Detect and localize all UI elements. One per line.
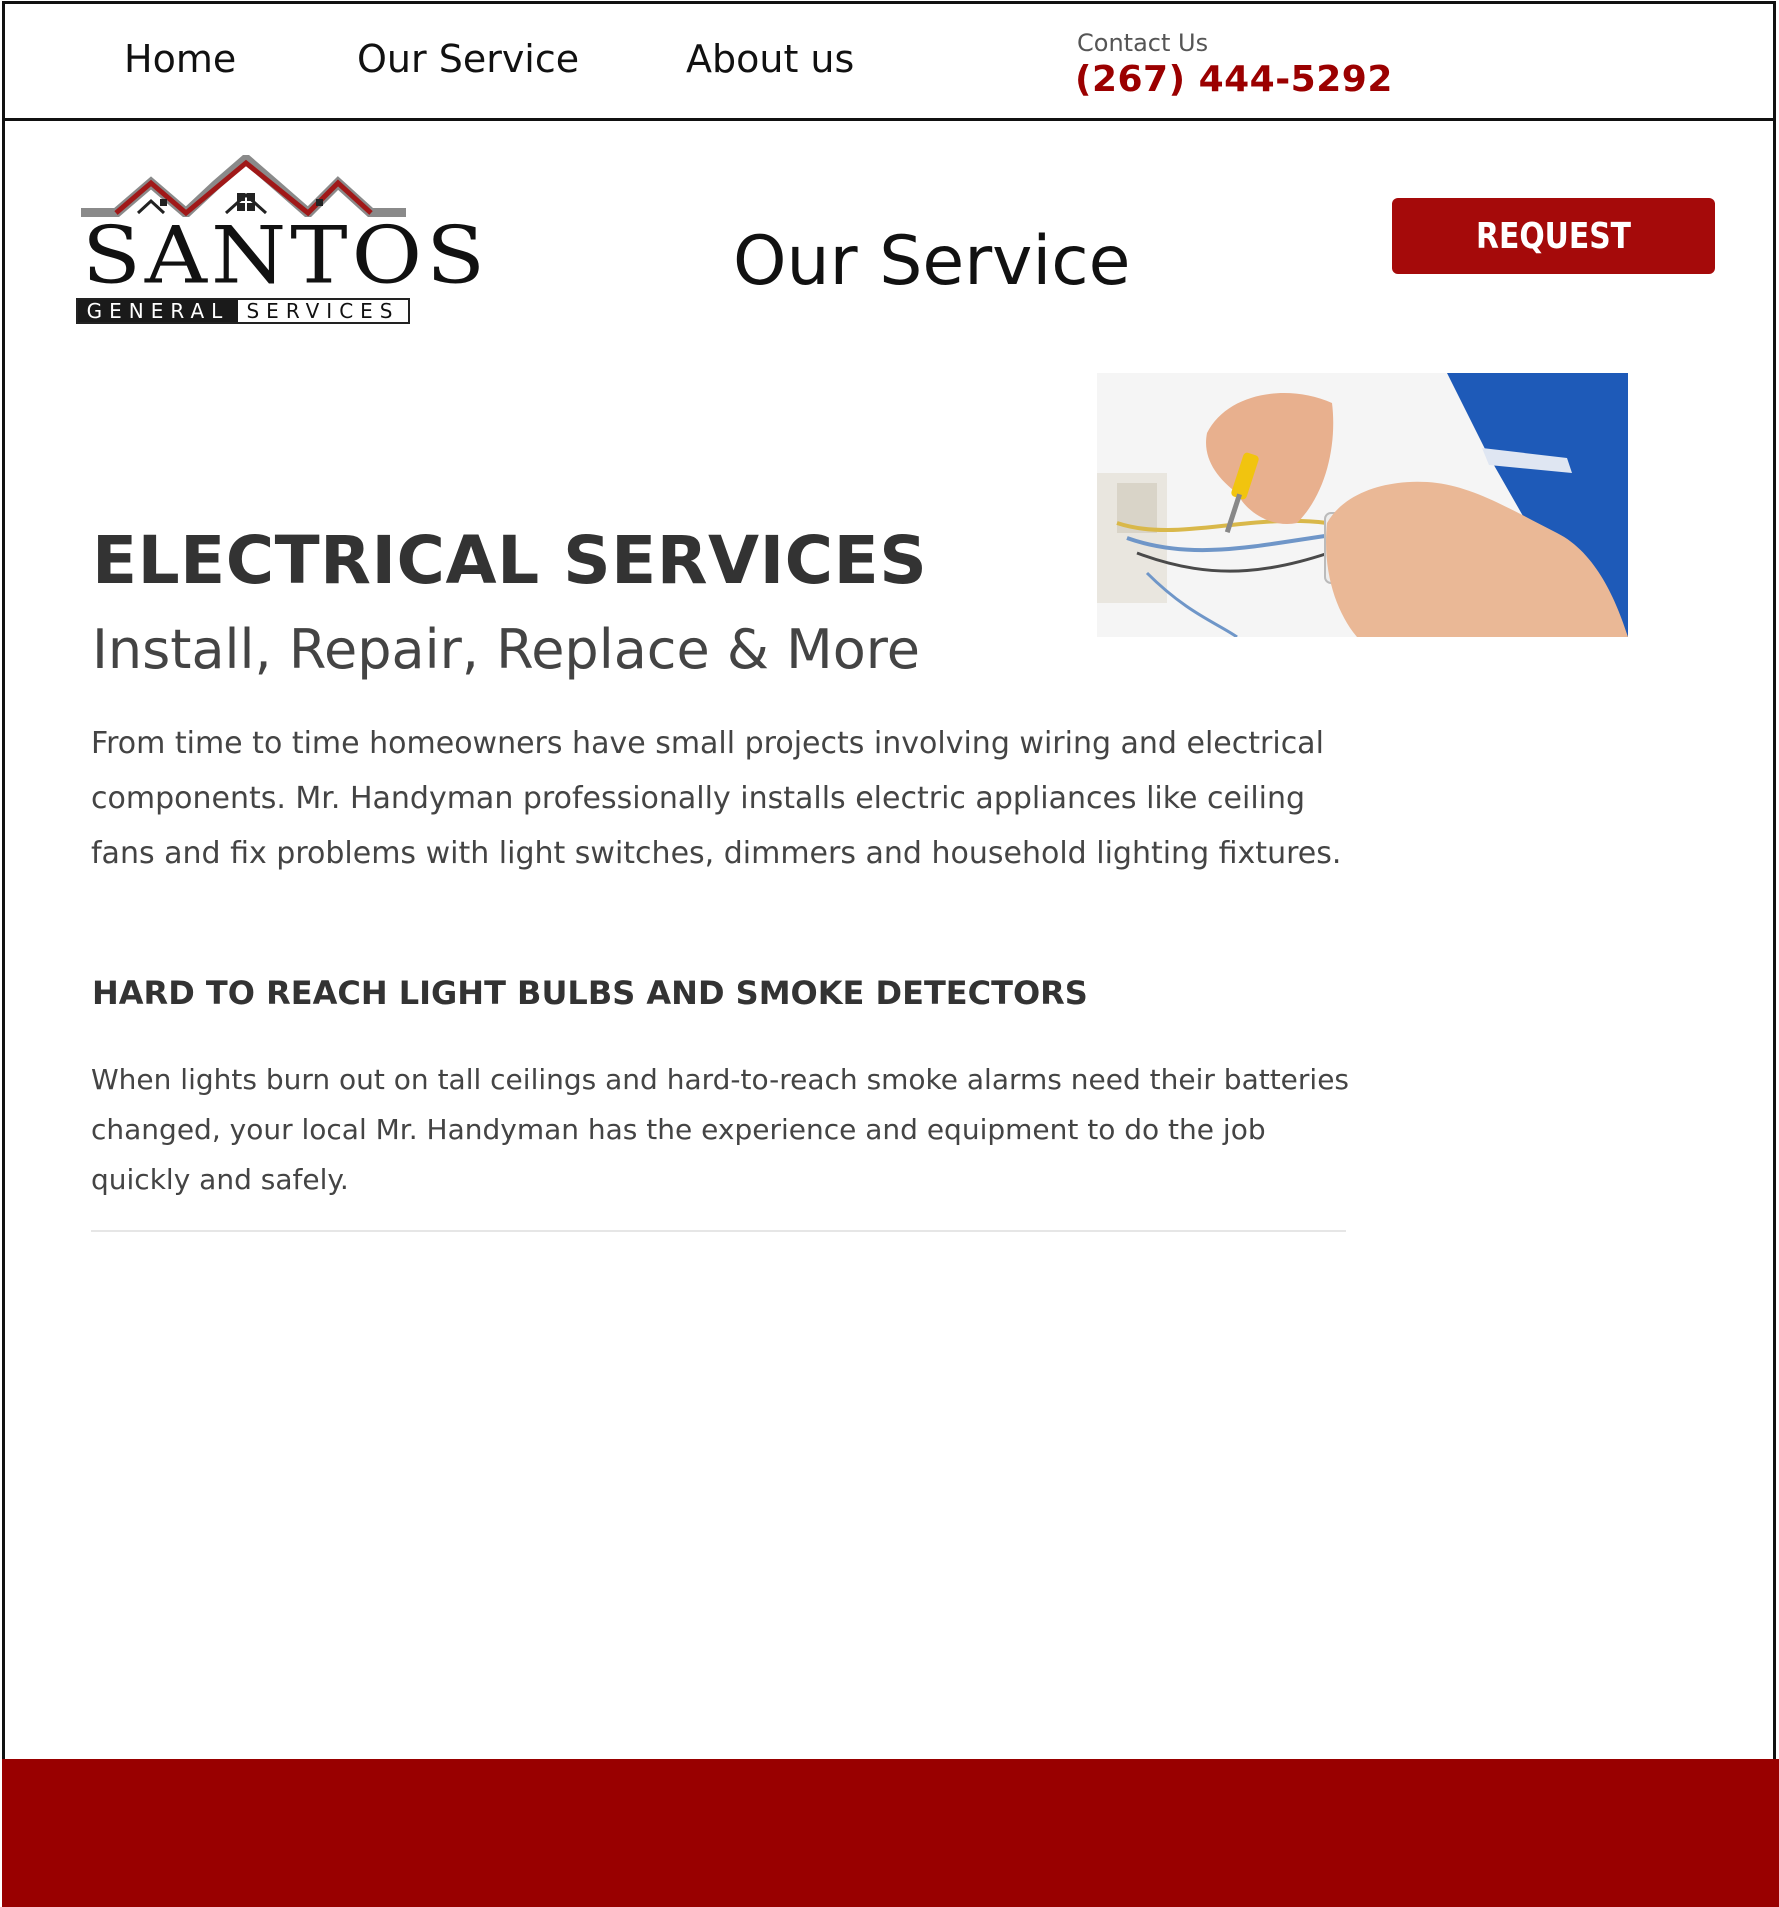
section-paragraph: When lights burn out on tall ceilings an… xyxy=(91,1063,1350,1196)
request-service-button[interactable]: REQUEST SERVICE xyxy=(1392,198,1715,333)
logo-tagline: GENERAL SERVICES xyxy=(76,298,410,324)
footer-bar xyxy=(2,1759,1779,1907)
nav-home-link[interactable]: Home xyxy=(124,37,236,81)
request-service-label: REQUEST SERVICE xyxy=(1476,216,1631,333)
electrician-hands-photo xyxy=(1097,373,1628,637)
intro-paragraph: From time to time homeowners have small … xyxy=(91,726,1342,871)
nav-our-service-link[interactable]: Our Service xyxy=(357,37,579,81)
page-title: Our Service xyxy=(733,222,1131,301)
main-heading: ELECTRICAL SERVICES xyxy=(92,522,928,599)
section-heading: HARD TO REACH LIGHT BULBS AND SMOKE DETE… xyxy=(92,974,1088,1012)
logo-wordmark: SANTOS xyxy=(82,210,490,302)
sub-heading: Install, Repair, Replace & More xyxy=(92,618,921,681)
nav-about-us-link[interactable]: About us xyxy=(686,37,854,81)
house-roof-icon xyxy=(81,155,406,217)
contact-label: Contact Us xyxy=(1077,29,1209,57)
logo-tag-services: SERVICES xyxy=(246,299,400,323)
content-divider xyxy=(91,1230,1346,1232)
logo-tag-general: GENERAL xyxy=(78,300,238,322)
electrician-photo-illustration xyxy=(1097,373,1628,637)
top-nav-bar: Home Our Service About us Contact Us (26… xyxy=(2,1,1776,121)
santos-logo[interactable]: SANTOS GENERAL SERVICES xyxy=(76,155,490,327)
contact-phone-link[interactable]: (267) 444-5292 xyxy=(1075,59,1393,100)
